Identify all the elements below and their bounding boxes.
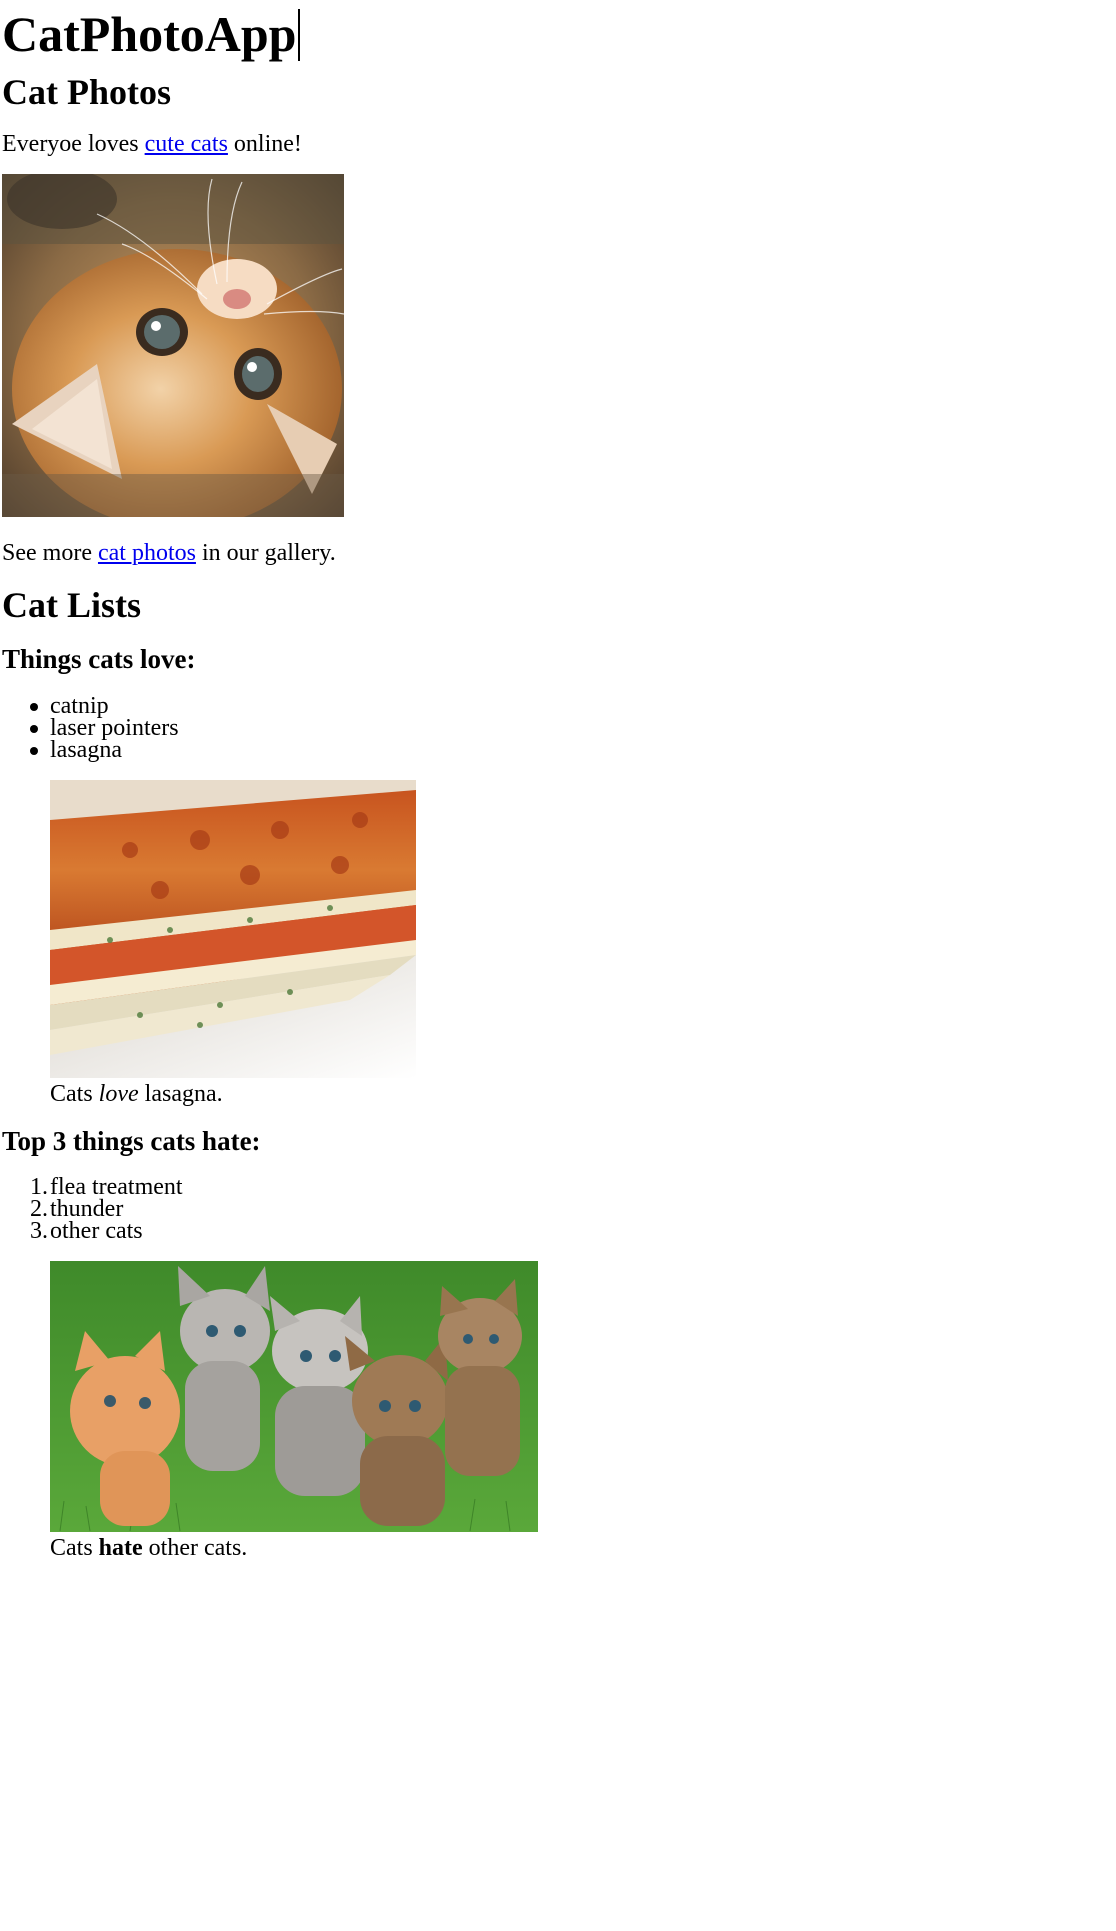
hate-item-text: other cats — [50, 1218, 143, 1244]
cat-photos-link[interactable]: cat photos — [98, 540, 196, 566]
gallery-paragraph: See more cat photos in our gallery. — [2, 540, 336, 567]
caption-text-after: lasagna. — [138, 1081, 223, 1107]
caption-text-after: other cats. — [142, 1535, 248, 1561]
gallery-text-before: See more — [2, 540, 98, 566]
gallery-text-after: in our gallery. — [195, 540, 336, 566]
kittens-photo-frame — [50, 1261, 538, 1532]
kittens-photo — [50, 1261, 538, 1532]
bullet-icon — [30, 747, 38, 755]
lasagna-photo — [50, 780, 416, 1078]
kitten-photo — [2, 174, 344, 517]
kittens-caption: Cats hate other cats. — [50, 1535, 247, 1562]
intro-text-after: online! — [227, 131, 302, 157]
lasagna-caption: Cats love lasagna. — [50, 1081, 223, 1108]
caption-text-before: Cats — [50, 1081, 99, 1107]
hate-heading: Top 3 things cats hate: — [2, 1126, 261, 1156]
list-number: 3. — [30, 1218, 48, 1244]
kitten-photo-link[interactable] — [2, 174, 344, 517]
photos-heading: Cat Photos — [2, 72, 171, 112]
text-cursor — [298, 9, 301, 61]
hate-list-item: 3. other cats — [30, 1218, 143, 1245]
intro-paragraph: Everyoe loves cute cats online! — [2, 131, 302, 158]
bullet-icon — [30, 703, 38, 711]
bullet-icon — [30, 725, 38, 733]
intro-text-before: Everyoe loves — [2, 131, 145, 157]
love-list-item: lasagna — [30, 737, 122, 764]
cute-cats-link[interactable]: cute cats — [145, 131, 228, 157]
love-heading: Things cats love: — [2, 644, 196, 674]
page-title-text: CatPhotoApp — [2, 6, 297, 62]
page-title: CatPhotoApp — [2, 6, 301, 62]
caption-strong: hate — [98, 1535, 143, 1561]
love-item-text: lasagna — [50, 737, 122, 763]
lists-heading: Cat Lists — [2, 585, 142, 625]
caption-emphasis: love — [98, 1081, 139, 1107]
lasagna-photo-frame — [50, 780, 416, 1078]
caption-text-before: Cats — [50, 1535, 99, 1561]
